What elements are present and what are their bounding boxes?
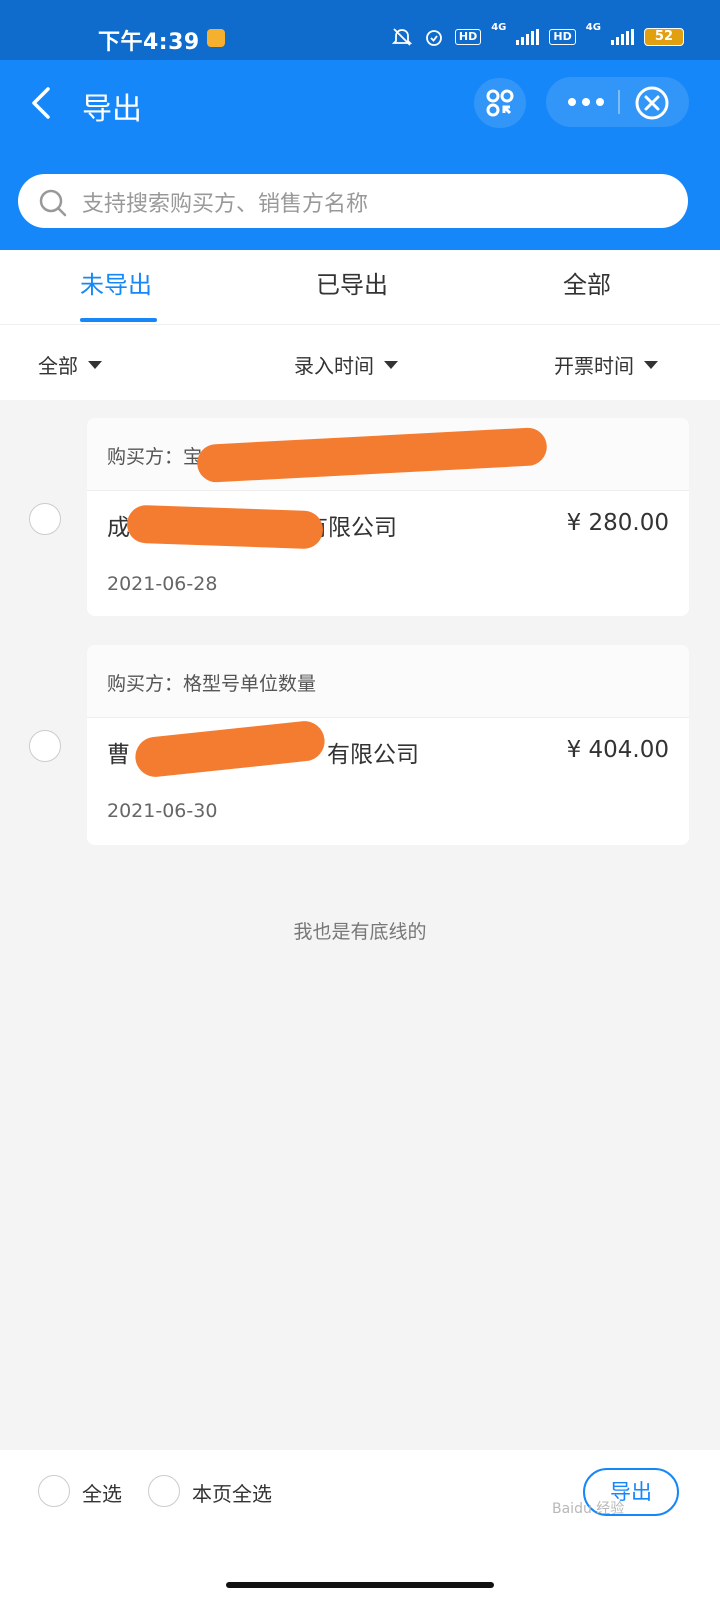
- more-icon[interactable]: [546, 77, 626, 127]
- invoice-date: 2021-06-30: [107, 800, 218, 822]
- filter-entry-time-label: 录入时间: [294, 354, 374, 378]
- active-tab-indicator: [80, 318, 157, 322]
- hd-badge-2: HD: [549, 29, 576, 45]
- invoice-card[interactable]: 购买方：格型号单位数量 曹 有限公司 ¥ 404.00 2021-06-30: [87, 645, 689, 845]
- mute-bell-icon: [391, 28, 413, 46]
- notification-icon: [207, 29, 225, 47]
- filter-type[interactable]: 全部: [38, 350, 102, 379]
- alarm-icon: [425, 30, 442, 46]
- dropdown-arrow-icon: [384, 360, 398, 369]
- dropdown-arrow-icon: [88, 360, 102, 369]
- close-icon[interactable]: [634, 85, 670, 121]
- invoice-amount: ¥ 280.00: [566, 510, 669, 536]
- filter-invoice-time[interactable]: 开票时间: [554, 350, 658, 379]
- invoice-seller-prefix: 曹: [107, 742, 130, 768]
- search-icon: [39, 189, 67, 217]
- invoice-checkbox[interactable]: [29, 730, 61, 762]
- filter-type-label: 全部: [38, 354, 78, 378]
- tab-exported[interactable]: 已导出: [316, 265, 388, 300]
- page-title: 导出: [82, 92, 142, 127]
- battery-indicator: 52: [643, 28, 684, 46]
- dropdown-arrow-icon: [644, 360, 658, 369]
- invoice-card[interactable]: 购买方：宝 成都有限公司 ¥ 280.00 2021-06-28: [87, 418, 689, 616]
- invoice-buyer: 购买方：格型号单位数量: [107, 673, 317, 695]
- home-indicator: [226, 1582, 494, 1588]
- end-of-list-text: 我也是有底线的: [293, 921, 427, 943]
- select-page-checkbox[interactable]: [148, 1475, 180, 1507]
- tab-not-exported[interactable]: 未导出: [80, 265, 152, 300]
- tab-all[interactable]: 全部: [563, 265, 611, 300]
- invoice-checkbox[interactable]: [29, 503, 61, 535]
- select-all-label[interactable]: 全选: [82, 1478, 122, 1507]
- filter-invoice-time-label: 开票时间: [554, 354, 634, 378]
- miniapp-capsule: [546, 77, 689, 127]
- invoice-seller-suffix: 有限公司: [327, 742, 419, 768]
- invoice-buyer: 购买方：宝: [107, 446, 203, 468]
- filter-entry-time[interactable]: 录入时间: [294, 350, 398, 379]
- redaction-mark: [126, 504, 324, 550]
- select-page-label[interactable]: 本页全选: [192, 1478, 272, 1507]
- back-arrow-icon[interactable]: [28, 86, 68, 120]
- invoice-amount: ¥ 404.00: [566, 737, 669, 763]
- hd-badge-1: HD: [454, 29, 482, 45]
- network-label-2: 4G: [585, 22, 601, 33]
- scan-icon: [486, 89, 514, 117]
- search-placeholder: 支持搜索购买方、销售方名称: [82, 192, 369, 217]
- baidu-watermark: Baidu 经验: [552, 1501, 625, 1517]
- network-label-1: 4G: [491, 22, 507, 33]
- status-bar: 下午4:39 HD 4G HD 4G 52: [0, 0, 720, 60]
- signal-icon-1: [516, 29, 540, 45]
- status-icons: HD 4G HD 4G 52: [391, 22, 684, 48]
- invoice-date: 2021-06-28: [107, 573, 218, 595]
- status-time: 下午4:39: [98, 30, 200, 55]
- signal-icon-2: [610, 29, 634, 45]
- redaction-mark: [133, 719, 327, 779]
- select-all-checkbox[interactable]: [38, 1475, 70, 1507]
- scan-button[interactable]: [474, 78, 526, 128]
